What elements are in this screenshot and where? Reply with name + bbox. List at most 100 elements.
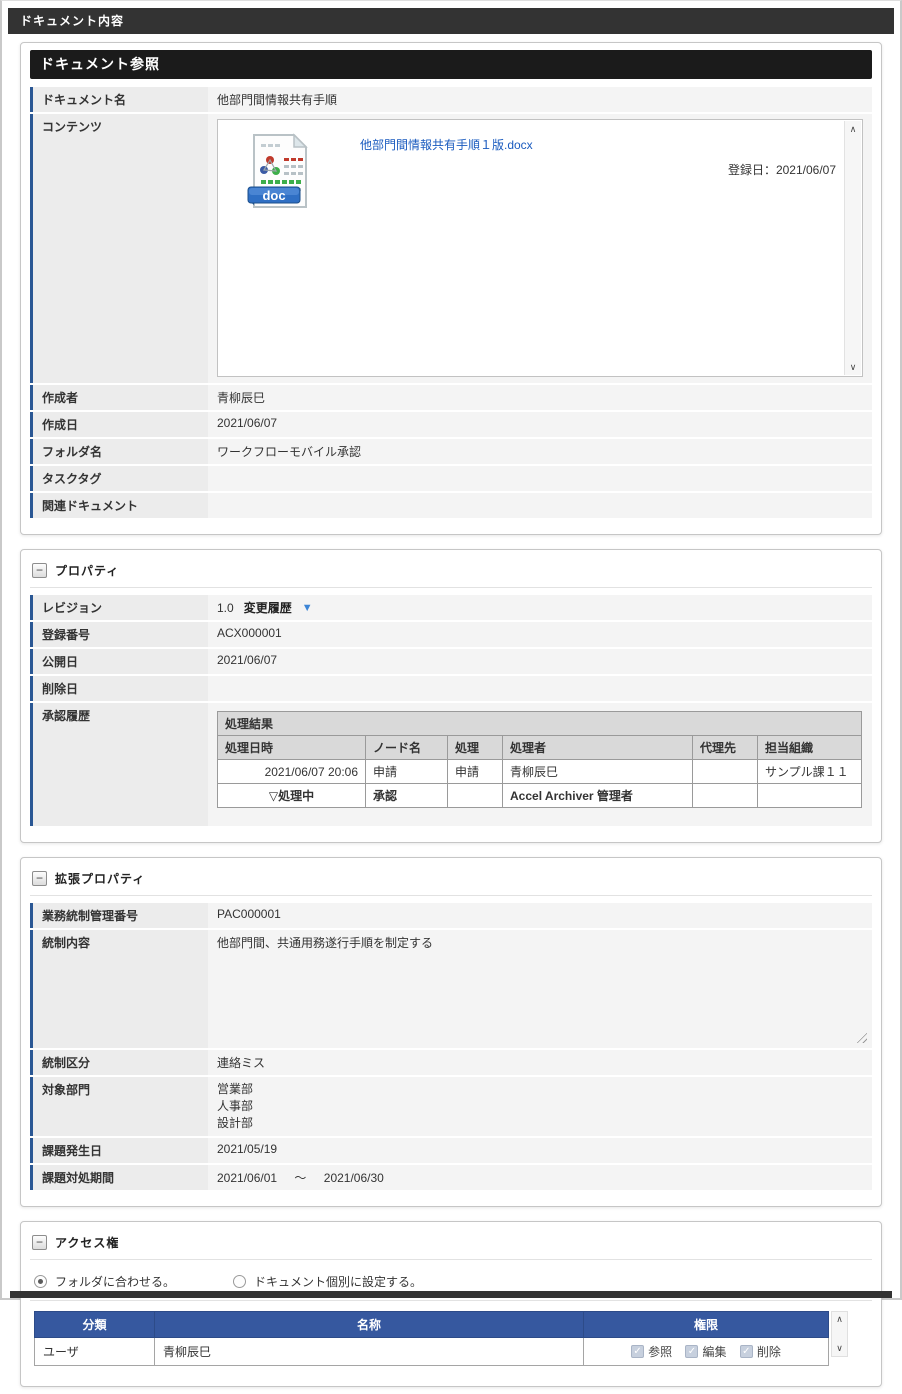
field-row-created-date: 作成日 2021/06/07 [30, 412, 872, 439]
radio-individual-mode-label[interactable]: ドキュメント個別に設定する。 [254, 1273, 422, 1290]
period-tilde: ～ [294, 1171, 307, 1185]
permission-delete-label: 削除 [756, 1345, 781, 1359]
cell-action: 申請 [447, 759, 503, 784]
delete-date-label: 削除日 [30, 676, 208, 701]
cell-node: 承認 [365, 783, 448, 808]
radio-individual-mode[interactable] [233, 1275, 247, 1288]
field-row-contents: コンテンツ doc 他部門間情報共有手順１版.docx 登録日：2021/06/… [30, 114, 872, 385]
next-section-bar [10, 1291, 892, 1298]
task-tag-value [208, 466, 872, 491]
registration-number-label: 登録番号 [30, 622, 208, 647]
scroll-up-icon[interactable]: ∧ [850, 125, 857, 134]
view-title-bar: ドキュメント参照 [30, 50, 872, 79]
svg-text:doc: doc [262, 188, 285, 203]
page: ドキュメント内容 ドキュメント参照 ドキュメント名 他部門間情報共有手順 コンテ… [2, 1, 900, 1394]
cell-permissions: 参照 編集 削除 [583, 1337, 829, 1366]
task-tag-label: タスクタグ [30, 466, 208, 491]
field-row-registration-number: 登録番号 ACX000001 [30, 622, 872, 649]
access-table-area: 分類 名称 権限 ユーザ 青柳辰巳 参照 [34, 1311, 868, 1366]
department-item: 人事部 [217, 1099, 254, 1113]
field-row-control-number: 業務統制管理番号 PAC000001 [30, 903, 872, 930]
control-class-label: 統制区分 [30, 1050, 208, 1075]
related-documents-label: 関連ドキュメント [30, 493, 208, 518]
permission-view-label: 参照 [648, 1345, 673, 1359]
folder-name-value: ワークフローモバイル承認 [217, 445, 362, 459]
cell-organization [757, 783, 862, 808]
scroll-down-icon[interactable]: ∨ [836, 1343, 843, 1354]
chevron-down-icon[interactable]: ▼ [302, 602, 313, 614]
contents-scrollbar[interactable]: ∧ ∨ [844, 121, 861, 375]
cell-datetime: 2021/06/07 20:06 [217, 759, 366, 784]
cell-status: ▽処理中 [217, 783, 366, 808]
table-row-current: ▽処理中 承認 Accel Archiver 管理者 [217, 783, 862, 808]
control-number-value: PAC000001 [217, 907, 281, 921]
document-panel: ドキュメント参照 ドキュメント名 他部門間情報共有手順 コンテンツ doc 他部… [20, 42, 882, 535]
collapse-icon[interactable]: − [32, 1235, 47, 1250]
collapse-icon[interactable]: − [32, 871, 47, 886]
publish-date-value: 2021/06/07 [217, 653, 278, 667]
department-item: 設計部 [217, 1116, 254, 1130]
control-content-text: 他部門間、共通用務遂行手順を制定する [217, 936, 434, 950]
extended-properties-title: 拡張プロパティ [55, 872, 146, 886]
view-title: ドキュメント参照 [40, 56, 160, 72]
properties-title: プロパティ [55, 564, 120, 578]
folder-name-label: フォルダ名 [30, 439, 208, 464]
col-header-person: 処理者 [502, 735, 693, 760]
field-row-task-tag: タスクタグ [30, 466, 872, 493]
document-name-label: ドキュメント名 [30, 87, 208, 112]
cell-name: 青柳辰巳 [154, 1337, 584, 1366]
field-row-folder-name: フォルダ名 ワークフローモバイル承認 [30, 439, 872, 466]
access-table-scrollbar[interactable]: ∧ ∨ [831, 1311, 848, 1357]
scroll-down-icon[interactable]: ∨ [850, 363, 857, 372]
permission-edit-label: 編集 [702, 1345, 727, 1359]
change-history-link[interactable]: 変更履歴 [244, 599, 292, 616]
delete-date-value [208, 676, 872, 701]
target-departments-value: 営業部 人事部 設計部 [208, 1077, 872, 1136]
created-date-label: 作成日 [30, 412, 208, 437]
page-title: ドキュメント内容 [20, 14, 125, 28]
approval-history-table: 処理結果 処理日時 ノード名 処理 処理者 代理先 担当組織 2021/06/0… [217, 711, 862, 808]
target-departments-label: 対象部門 [30, 1077, 208, 1136]
field-row-control-content: 統制内容 他部門間、共通用務遂行手順を制定する [30, 930, 872, 1050]
field-row-publish-date: 公開日 2021/06/07 [30, 649, 872, 676]
cell-action [447, 783, 503, 808]
access-rights-table: 分類 名称 権限 ユーザ 青柳辰巳 参照 [34, 1311, 829, 1366]
col-header-datetime: 処理日時 [217, 735, 366, 760]
control-number-label: 業務統制管理番号 [30, 903, 208, 928]
control-content-textarea[interactable]: 他部門間、共通用務遂行手順を制定する [208, 930, 872, 1048]
collapse-icon[interactable]: − [32, 563, 47, 578]
response-period-value: 2021/06/01 ～ 2021/06/30 [208, 1165, 872, 1190]
cell-proxy [692, 759, 758, 784]
department-item: 営業部 [217, 1082, 254, 1096]
document-name-value: 他部門間情報共有手順 [217, 93, 338, 107]
checkbox-delete-icon[interactable] [739, 1345, 753, 1358]
checkbox-view-icon[interactable] [631, 1345, 645, 1358]
field-row-target-departments: 対象部門 営業部 人事部 設計部 [30, 1077, 872, 1138]
field-row-related-documents: 関連ドキュメント [30, 493, 872, 520]
page-title-bar: ドキュメント内容 [8, 8, 894, 34]
radio-folder-mode-label[interactable]: フォルダに合わせる。 [55, 1273, 175, 1290]
creator-label: 作成者 [30, 385, 208, 410]
permission-delete: 削除 [739, 1343, 781, 1360]
control-content-label: 統制内容 [30, 930, 208, 1048]
scroll-up-icon[interactable]: ∧ [836, 1314, 843, 1325]
issue-date-label: 課題発生日 [30, 1138, 208, 1163]
table-row: 2021/06/07 20:06 申請 申請 青柳辰巳 サンプル課１１ [217, 759, 862, 784]
table-row: ユーザ 青柳辰巳 参照 編集 [34, 1337, 829, 1366]
radio-folder-mode[interactable] [34, 1275, 47, 1288]
col-header-name: 名称 [154, 1311, 584, 1338]
file-entry: doc 他部門間情報共有手順１版.docx 登録日：2021/06/07 [218, 120, 862, 215]
checkbox-edit-icon[interactable] [685, 1345, 699, 1358]
col-header-proxy: 代理先 [692, 735, 758, 760]
contents-label: コンテンツ [30, 114, 208, 383]
permission-edit: 編集 [685, 1343, 727, 1360]
col-header-organization: 担当組織 [757, 735, 862, 760]
resize-grip-icon[interactable] [854, 1030, 867, 1043]
file-link[interactable]: 他部門間情報共有手順１版.docx [360, 138, 533, 152]
permission-view: 参照 [631, 1343, 672, 1360]
related-documents-value [208, 493, 872, 518]
field-row-issue-date: 課題発生日 2021/05/19 [30, 1138, 872, 1165]
publish-date-label: 公開日 [30, 649, 208, 674]
field-row-approval-history: 承認履歴 処理結果 処理日時 ノード名 処理 処理者 代理先 担当組織 2021… [30, 703, 872, 828]
created-date-value: 2021/06/07 [217, 416, 278, 430]
